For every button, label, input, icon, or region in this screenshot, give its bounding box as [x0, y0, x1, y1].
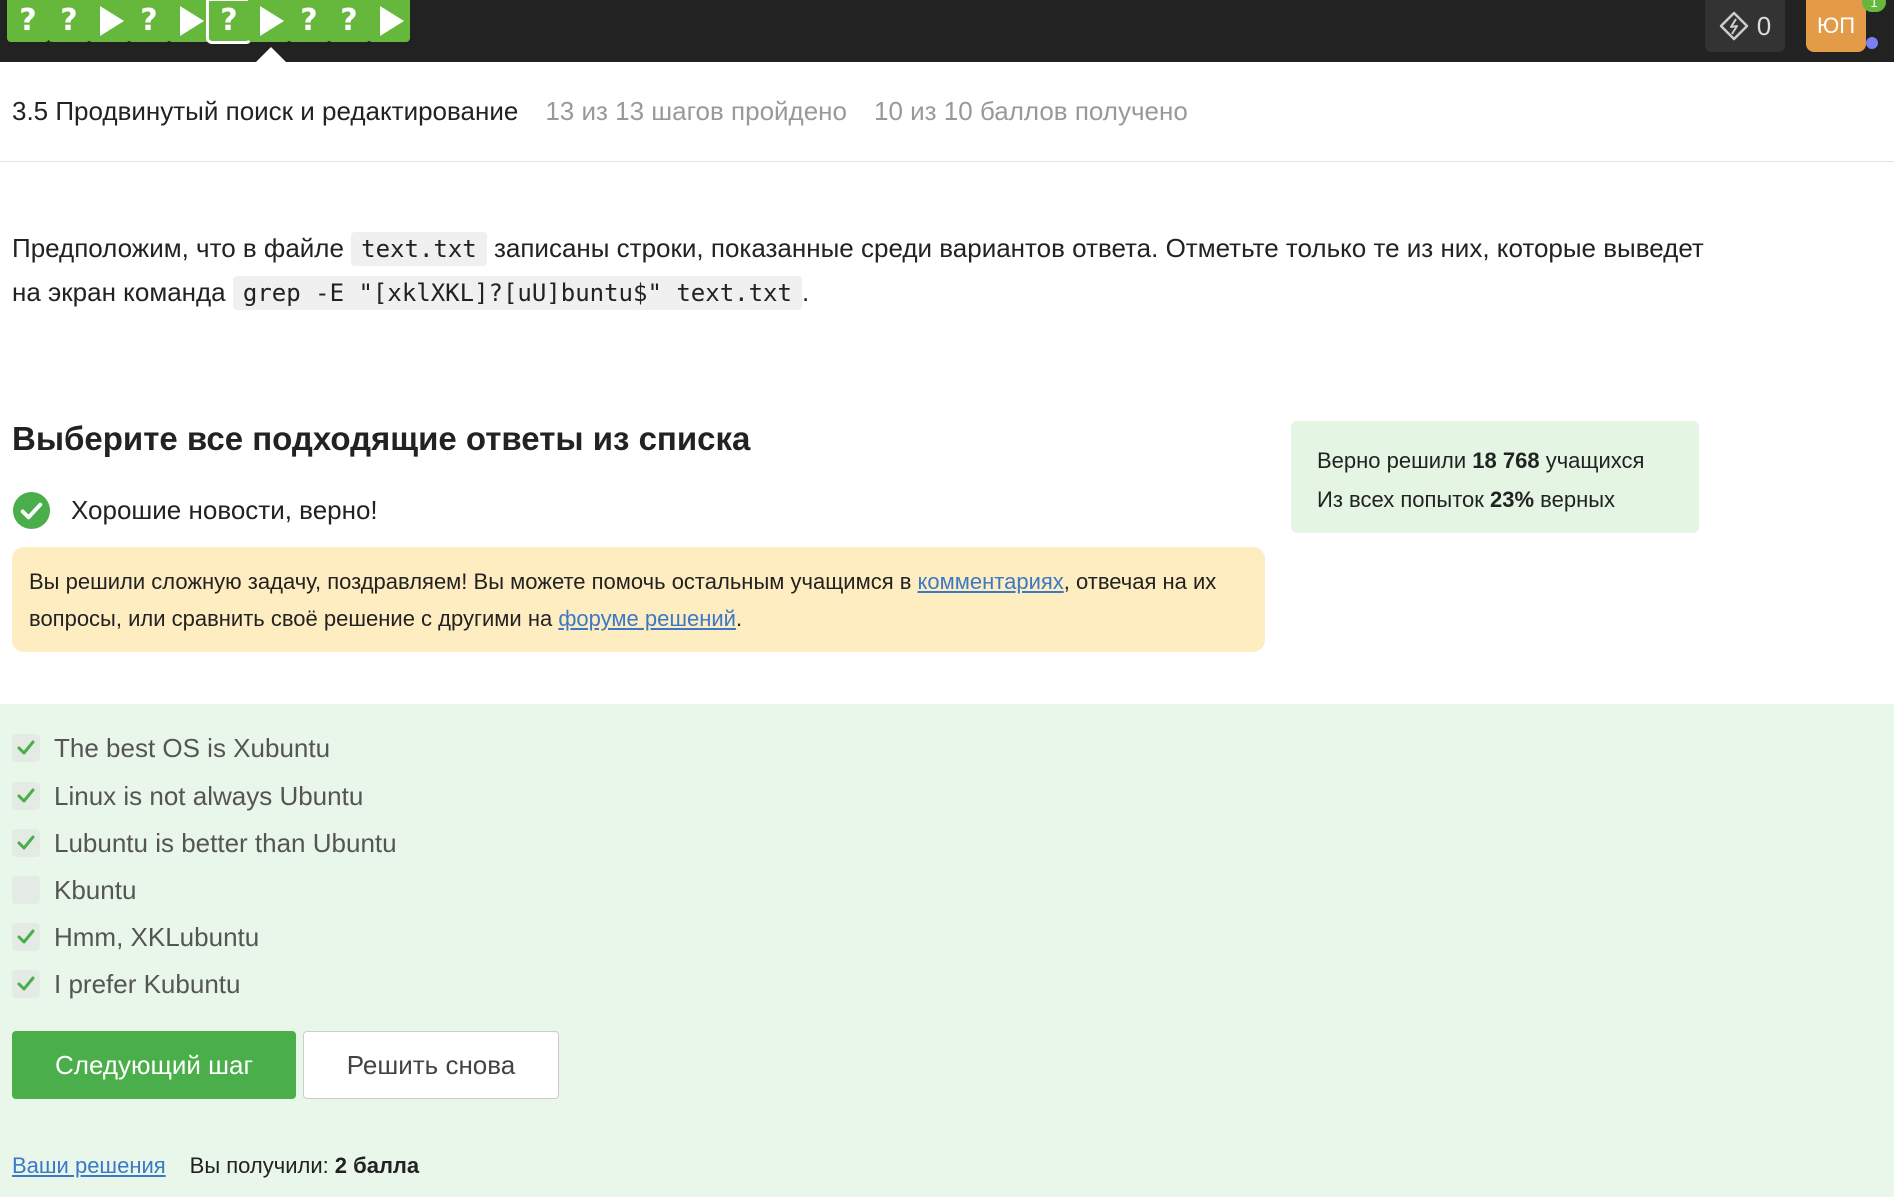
task-text-part: Предположим, что в файле	[12, 233, 352, 263]
notification-badge[interactable]: 1	[1862, 0, 1886, 12]
step-7-video[interactable]	[248, 0, 290, 42]
checkbox-checked[interactable]	[12, 734, 40, 762]
answer-option[interactable]: Kbuntu	[12, 870, 136, 910]
success-feedback: Хорошие новости, верно!	[12, 491, 378, 530]
checkbox-checked[interactable]	[12, 782, 40, 810]
answer-option[interactable]: Hmm, XKLubuntu	[12, 917, 259, 957]
checkbox-checked[interactable]	[12, 923, 40, 951]
answer-option-label: Hmm, XKLubuntu	[54, 921, 260, 952]
question-mark-icon: ?	[19, 3, 37, 38]
active-step-pointer	[256, 47, 286, 62]
step-6-question[interactable]: ?	[206, 0, 252, 44]
lesson-steps-progress: 13 из 13 шагов пройдено	[545, 96, 847, 126]
score-value: 2 балла	[334, 1153, 420, 1178]
checkbox-checked[interactable]	[12, 970, 40, 998]
task-text-part: .	[801, 277, 810, 307]
success-message: Хорошие новости, верно!	[71, 495, 378, 525]
top-bar: ?????? 0 ЮП 1	[0, 0, 1894, 62]
answer-option[interactable]: Lubuntu is better than Ubuntu	[12, 823, 397, 863]
user-avatar[interactable]: ЮП	[1806, 0, 1866, 52]
solve-stats: Верно решили 18 768 учащихся Из всех поп…	[1291, 421, 1699, 533]
energy-counter[interactable]: 0	[1705, 0, 1785, 52]
step-10-video[interactable]	[368, 0, 410, 42]
inline-code-filename: text.txt	[351, 232, 487, 266]
lesson-title[interactable]: 3.5 Продвинутый поиск и редактирование	[12, 96, 518, 127]
play-icon	[379, 6, 404, 36]
your-solutions-link[interactable]: Ваши решения	[12, 1153, 166, 1179]
answer-option[interactable]: Linux is not always Ubuntu	[12, 776, 363, 816]
play-icon	[179, 6, 204, 36]
step-2-question[interactable]: ?	[48, 0, 90, 42]
play-icon	[99, 6, 124, 36]
quiz-title: Выберите все подходящие ответы из списка	[12, 420, 751, 457]
question-mark-icon: ?	[60, 3, 78, 38]
step-5-video[interactable]	[168, 0, 210, 42]
energy-count: 0	[1756, 10, 1772, 41]
question-mark-icon: ?	[140, 3, 158, 38]
attempts-percent-line: Из всех попыток 23% верных	[1317, 487, 1616, 512]
solved-count-line: Верно решили 18 768 учащихся	[1317, 448, 1645, 473]
answer-option-label: Linux is not always Ubuntu	[54, 780, 364, 811]
checkbox-unchecked[interactable]	[12, 876, 40, 904]
step-3-video[interactable]	[88, 0, 130, 42]
answer-option[interactable]: The best OS is Xubuntu	[12, 728, 330, 768]
congrats-notice: Вы решили сложную задачу, поздравляем! В…	[12, 547, 1265, 652]
answer-option-label: The best OS is Xubuntu	[54, 732, 331, 763]
lesson-points-progress: 10 из 10 баллов получено	[874, 96, 1188, 126]
step-4-question[interactable]: ?	[128, 0, 170, 42]
answer-option-label: I prefer Kubuntu	[54, 968, 241, 999]
submission-footer: Ваши решения Вы получили: 2 балла	[12, 1153, 419, 1179]
online-status-dot	[1866, 37, 1878, 49]
next-step-button[interactable]: Следующий шаг	[12, 1031, 296, 1099]
lesson-header: 3.5 Продвинутый поиск и редактирование 1…	[0, 62, 1894, 162]
solutions-forum-link[interactable]: форуме решений	[558, 606, 736, 631]
step-9-question[interactable]: ?	[328, 0, 370, 42]
check-circle-icon	[12, 491, 51, 530]
question-mark-icon: ?	[340, 3, 358, 38]
play-icon	[259, 6, 284, 36]
step-8-question[interactable]: ?	[288, 0, 330, 42]
question-mark-icon: ?	[300, 3, 318, 38]
answer-option-label: Lubuntu is better than Ubuntu	[54, 827, 397, 858]
question-mark-icon: ?	[220, 3, 238, 38]
step-1-question[interactable]: ?	[7, 0, 49, 42]
retry-button[interactable]: Решить снова	[303, 1031, 559, 1099]
task-description: Предположим, что в файле text.txt записа…	[12, 227, 1712, 315]
comments-link[interactable]: комментариях	[918, 569, 1064, 594]
answer-option[interactable]: I prefer Kubuntu	[12, 964, 240, 1004]
inline-code-command: grep -E "[xklXKL]?[uU]buntu$" text.txt	[232, 276, 802, 310]
checkbox-checked[interactable]	[12, 829, 40, 857]
answer-option-label: Kbuntu	[54, 874, 137, 905]
lightning-icon	[1719, 11, 1749, 41]
score-label: Вы получили:	[189, 1153, 329, 1178]
